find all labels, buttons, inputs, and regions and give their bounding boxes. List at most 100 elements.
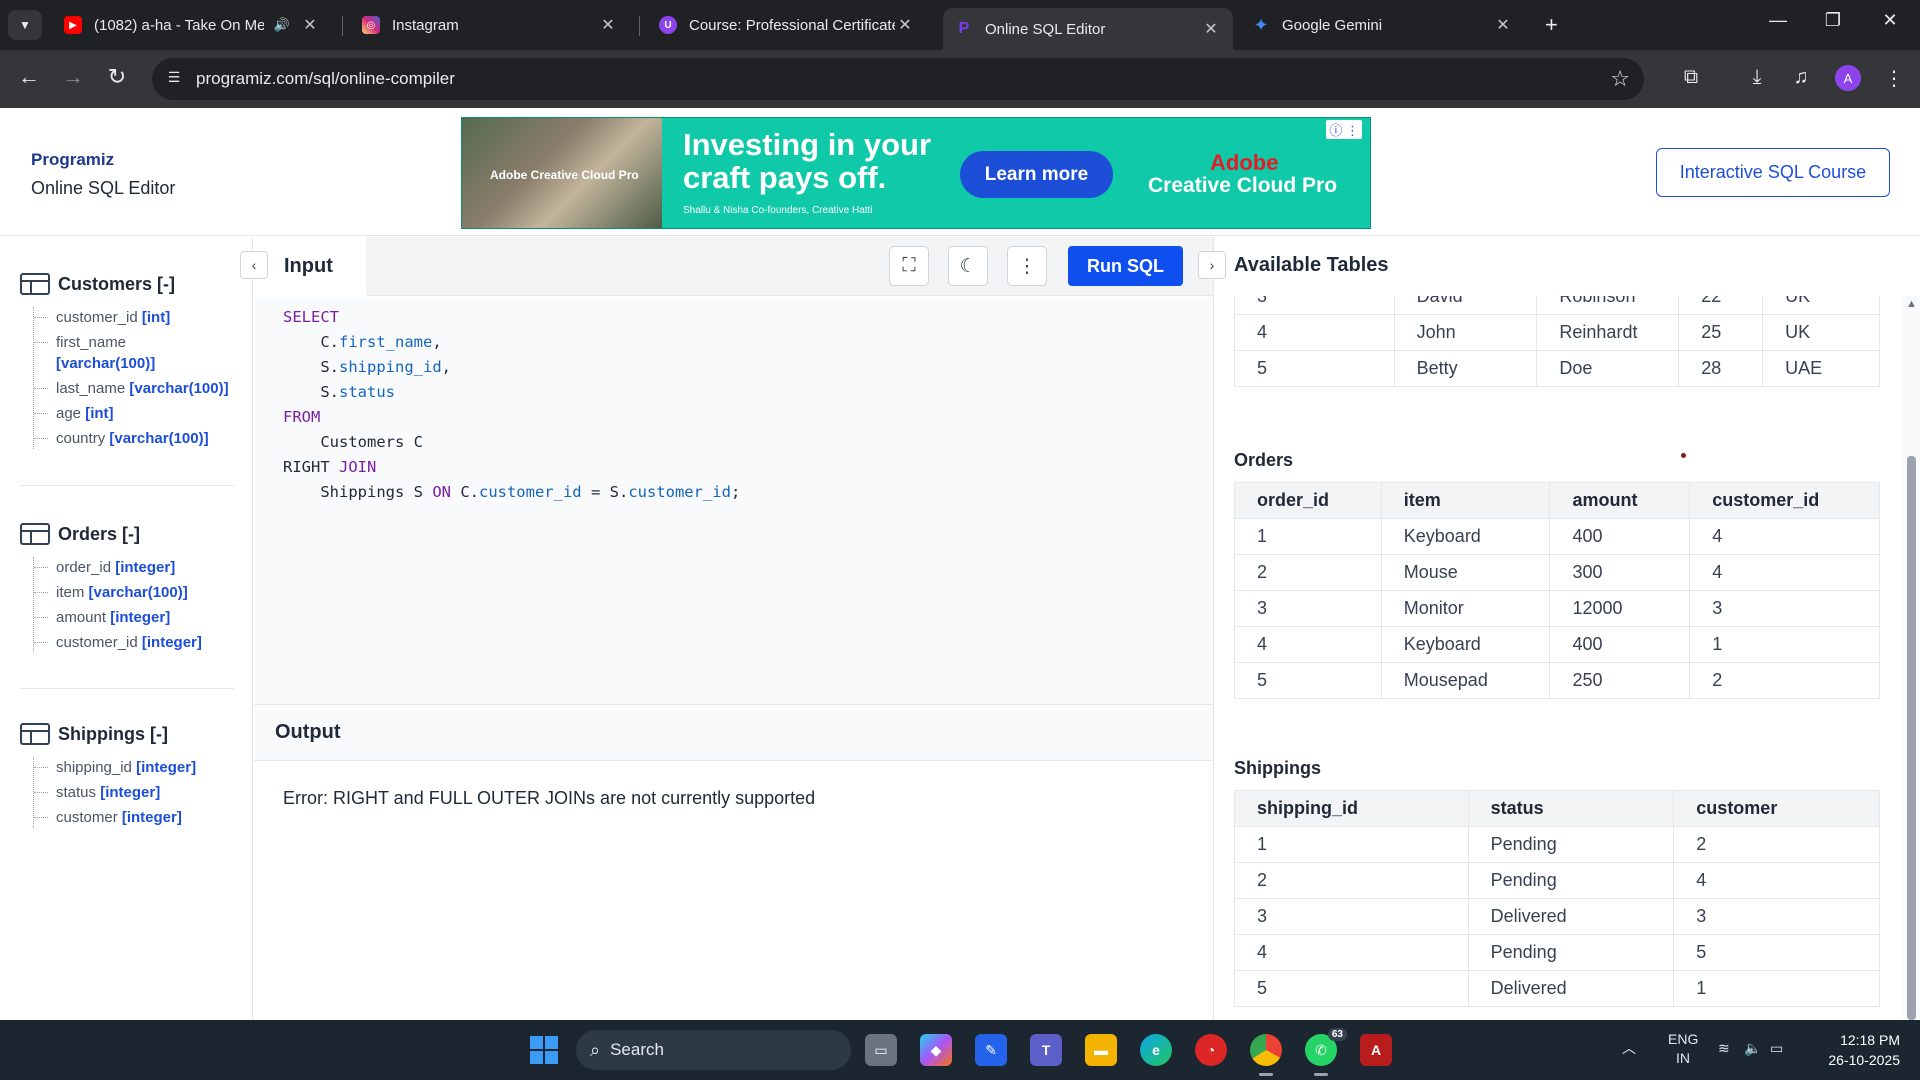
code-line[interactable]: RIGHT JOIN — [283, 455, 1214, 480]
teams-icon[interactable]: T — [1030, 1034, 1062, 1066]
battery-icon[interactable]: ▭ — [1770, 1040, 1783, 1057]
wifi-icon[interactable]: ≋ — [1718, 1040, 1730, 1057]
programiz-logo[interactable]: Programiz — [31, 150, 114, 170]
tab-course[interactable]: U Course: Professional Certificate ✕ — [647, 8, 927, 42]
ad-learn-more-button[interactable]: Learn more — [960, 151, 1113, 198]
code-token: C. — [450, 483, 479, 501]
sql-code-editor[interactable]: SELECT C.first_name, S.shipping_id, S.st… — [254, 297, 1214, 704]
tab-instagram[interactable]: ◎ Instagram ✕ — [350, 8, 630, 42]
schema-table-header[interactable]: Shippings [-] — [20, 721, 235, 747]
code-line[interactable]: FROM — [283, 405, 1214, 430]
new-tab-icon[interactable]: + — [1545, 12, 1558, 38]
scroll-up-arrow-icon[interactable]: ▲ — [1906, 298, 1917, 310]
table-cell: 2 — [1234, 554, 1382, 591]
task-view-icon[interactable]: ▭ — [865, 1034, 897, 1066]
acrobat-icon[interactable]: A — [1360, 1034, 1392, 1066]
close-tab-icon[interactable]: ✕ — [1201, 19, 1221, 39]
column-header: customer — [1673, 790, 1880, 827]
scrollbar-thumb[interactable] — [1907, 456, 1916, 1020]
taskbar-search[interactable]: ⌕ Search — [576, 1030, 851, 1070]
schema-column: customer_id [integer] — [34, 632, 235, 653]
table-cell: 2 — [1234, 862, 1469, 899]
table-row: 2 Mouse 300 4 — [1234, 554, 1880, 591]
code-line[interactable]: SELECT — [283, 305, 1214, 330]
edge-icon[interactable]: e — [1140, 1034, 1172, 1066]
schema-table-header[interactable]: Customers [-] — [20, 271, 235, 297]
schema-table-name[interactable]: Shippings [-] — [58, 724, 168, 745]
ad-info-icon[interactable]: ⓘ ⋮ — [1326, 120, 1362, 139]
profile-avatar[interactable]: A — [1835, 65, 1861, 91]
windows-start-icon[interactable] — [530, 1036, 558, 1064]
speaker-icon[interactable]: 🔊 — [274, 17, 290, 33]
tab-input[interactable]: Input — [254, 237, 366, 296]
run-sql-button[interactable]: Run SQL — [1068, 246, 1183, 286]
tab-separator — [639, 16, 640, 36]
schema-table-customers: Customers [-] customer_id [int] first_na… — [20, 271, 235, 453]
dark-mode-moon-icon[interactable]: ☾ — [948, 246, 988, 286]
search-icon: ⌕ — [590, 1039, 601, 1060]
system-clock[interactable]: 12:18 PM 26-10-2025 — [1810, 1030, 1900, 1070]
file-explorer-icon[interactable]: ▬ — [1085, 1034, 1117, 1066]
tab-youtube[interactable]: ▶ (1082) a-ha - Take On Me (Official 🔊 ✕ — [52, 8, 332, 42]
code-line[interactable]: S.shipping_id, — [283, 355, 1214, 380]
code-line[interactable]: S.status — [283, 380, 1214, 405]
table-row: 5 Mousepad 250 2 — [1234, 662, 1880, 699]
right-panel-scrollbar[interactable]: ▲ — [1903, 296, 1920, 1020]
bookmark-star-icon[interactable]: ☆ — [1610, 66, 1630, 92]
table-icon — [20, 723, 50, 745]
advertisement-banner[interactable]: Adobe Creative Cloud Pro Investing in yo… — [461, 117, 1371, 229]
tab-search-chevron-icon[interactable]: ▼ — [8, 10, 42, 40]
close-tab-icon[interactable]: ✕ — [300, 15, 320, 35]
tab-gemini[interactable]: ✦ Google Gemini ✕ — [1240, 8, 1525, 42]
interactive-sql-course-button[interactable]: Interactive SQL Course — [1656, 148, 1890, 197]
schema-table-name[interactable]: Orders [-] — [58, 524, 140, 545]
media-control-icon[interactable]: ♫ — [1787, 66, 1815, 89]
fullscreen-icon[interactable]: ⛶ — [889, 246, 929, 286]
close-tab-icon[interactable]: ✕ — [598, 15, 618, 35]
tray-overflow-chevron-icon[interactable]: ︿ — [1622, 1038, 1636, 1058]
expand-panel-chevron-icon[interactable]: › — [1198, 251, 1226, 279]
site-info-icon[interactable]: ☰ — [164, 69, 184, 89]
forward-icon[interactable]: → — [58, 64, 88, 90]
ad-photo-caption: Adobe Creative Cloud Pro — [490, 168, 639, 182]
whatsapp-icon[interactable]: ✆ 63 — [1305, 1028, 1347, 1076]
antivirus-icon[interactable]: ◔ — [1195, 1034, 1227, 1066]
menu-kebab-icon[interactable]: ⋮ — [1880, 66, 1908, 91]
code-token: status — [339, 383, 395, 401]
volume-icon[interactable]: 🔈 — [1744, 1040, 1761, 1057]
copilot-icon[interactable]: ◆ — [920, 1034, 952, 1066]
address-bar[interactable]: ☰ programiz.com/sql/online-compiler ☆ — [152, 58, 1644, 100]
code-line[interactable]: Shippings S ON C.customer_id = S.custome… — [283, 480, 1214, 505]
table-cell: Pending — [1467, 826, 1675, 863]
browser-toolbar: ← → ↻ ☰ programiz.com/sql/online-compile… — [0, 50, 1920, 108]
reload-icon[interactable]: ↻ — [102, 64, 132, 90]
table-cell: Monitor — [1380, 590, 1551, 627]
schema-column: customer_id [int] — [34, 307, 235, 328]
chrome-icon[interactable] — [1250, 1034, 1282, 1076]
table-cell: 3 — [1234, 590, 1382, 627]
column-header: item — [1380, 482, 1551, 519]
cursor-dot — [1681, 453, 1686, 458]
close-tab-icon[interactable]: ✕ — [895, 15, 915, 35]
more-options-icon[interactable]: ⋮ — [1007, 246, 1047, 286]
youtube-icon: ▶ — [64, 16, 82, 34]
tab-title: Google Gemini — [1282, 16, 1383, 34]
close-window-icon[interactable]: ✕ — [1870, 10, 1910, 31]
course-icon: U — [659, 16, 677, 34]
language-indicator[interactable]: ENG IN — [1668, 1030, 1698, 1068]
code-line[interactable]: Customers C — [283, 430, 1214, 455]
schema-table-name[interactable]: Customers [-] — [58, 274, 175, 295]
tab-online-sql-editor[interactable]: P Online SQL Editor ✕ — [943, 8, 1233, 50]
download-icon[interactable]: ⤓ — [1743, 66, 1771, 89]
back-icon[interactable]: ← — [14, 64, 44, 90]
collapse-sidebar-chevron-icon[interactable]: ‹ — [240, 251, 268, 279]
extensions-icon[interactable]: ⧉ — [1677, 66, 1705, 89]
code-line[interactable]: C.first_name, — [283, 330, 1214, 355]
editor-app-icon[interactable]: ✎ — [975, 1034, 1007, 1066]
divider — [20, 485, 234, 486]
schema-table-header[interactable]: Orders [-] — [20, 521, 235, 547]
url-text[interactable]: programiz.com/sql/online-compiler — [196, 69, 455, 89]
close-tab-icon[interactable]: ✕ — [1493, 15, 1513, 35]
minimize-icon[interactable]: — — [1758, 10, 1798, 31]
restore-icon[interactable]: ❐ — [1813, 10, 1853, 31]
